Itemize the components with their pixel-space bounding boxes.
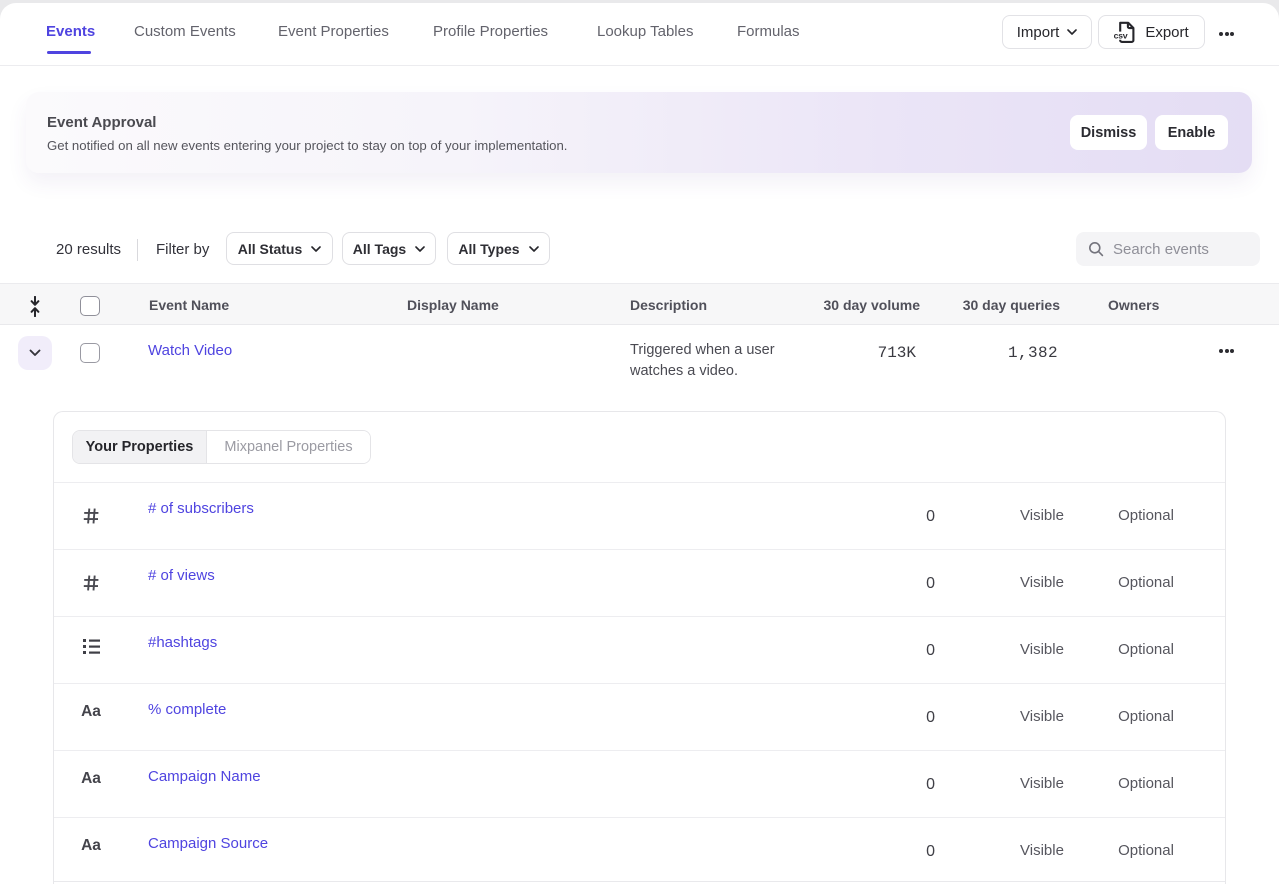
svg-text:csv: csv xyxy=(1114,32,1128,42)
